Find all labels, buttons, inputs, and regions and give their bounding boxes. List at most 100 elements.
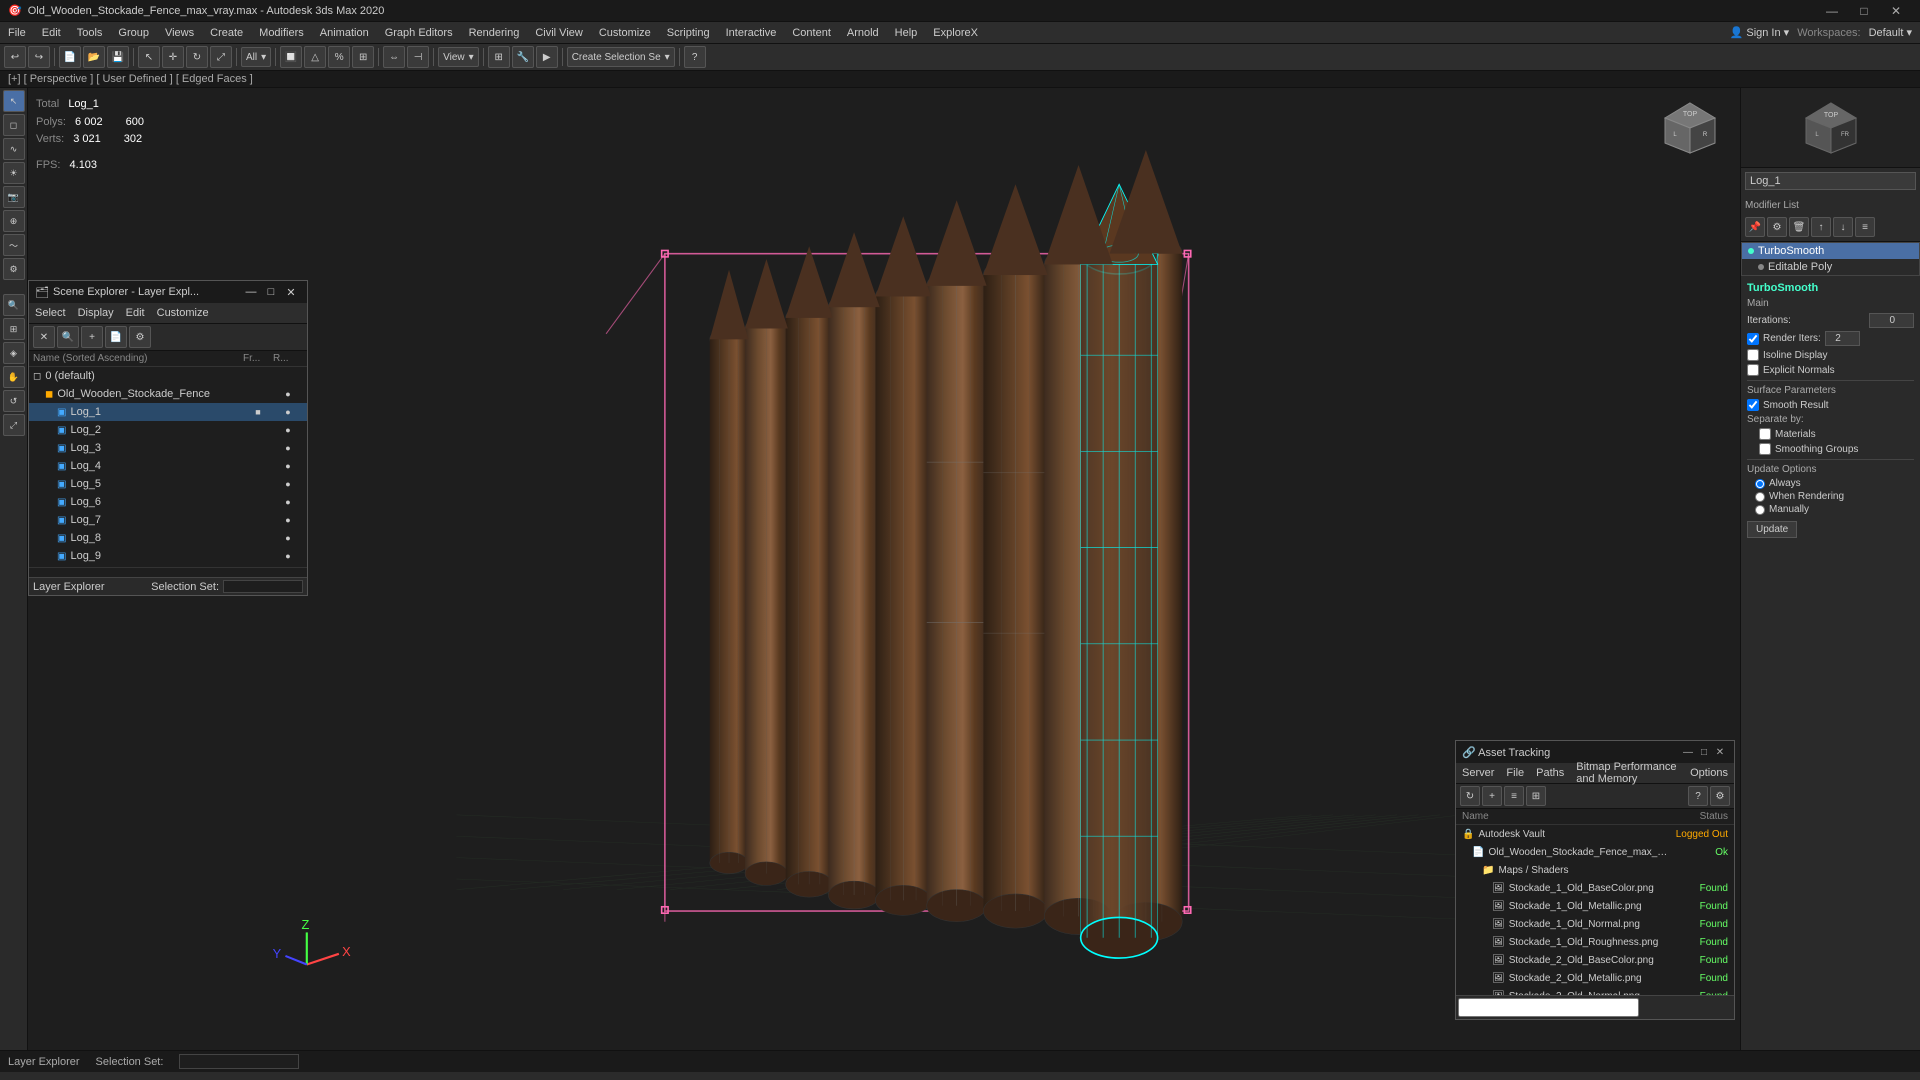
se-maximize-button[interactable]: □ xyxy=(261,281,281,303)
redo-button[interactable]: ↪ xyxy=(28,46,50,68)
turbosmooth-modifier-item[interactable]: TurboSmooth xyxy=(1742,243,1919,259)
selection-set-footer-input[interactable] xyxy=(223,580,303,593)
menu-item-animation[interactable]: Animation xyxy=(312,22,377,44)
at-row[interactable]: 🖼Stockade_1_Old_Normal.pngFound xyxy=(1456,915,1734,933)
at-close-button[interactable]: ✕ xyxy=(1712,744,1728,760)
at-row[interactable]: 🖼Stockade_2_Old_Metallic.pngFound xyxy=(1456,969,1734,987)
se-search-button[interactable]: 🔍 xyxy=(57,326,79,348)
open-button[interactable]: 📂 xyxy=(83,46,105,68)
at-help-button[interactable]: ? xyxy=(1688,786,1708,806)
zoom-all-button[interactable]: ⊞ xyxy=(3,318,25,340)
ts-smoothing-groups-checkbox[interactable] xyxy=(1759,443,1771,455)
zoom-button[interactable]: 🔍 xyxy=(3,294,25,316)
render-button[interactable]: ▶ xyxy=(536,46,558,68)
ts-materials-checkbox[interactable] xyxy=(1759,428,1771,440)
se-row-log_5[interactable]: ▣Log_5● xyxy=(29,475,307,493)
angle-snap-button[interactable]: △ xyxy=(304,46,326,68)
menu-item-tools[interactable]: Tools xyxy=(69,22,111,44)
at-list-view-button[interactable]: ≡ xyxy=(1504,786,1524,806)
se-row-log_1[interactable]: ▣Log_1■● xyxy=(29,403,307,421)
se-close-button[interactable]: ✕ xyxy=(281,281,301,303)
ts-when-rendering-radio[interactable] xyxy=(1755,492,1765,502)
ts-always-radio[interactable] xyxy=(1755,479,1765,489)
at-row[interactable]: 📁Maps / Shaders xyxy=(1456,861,1734,879)
scene-explorer-controls[interactable]: — □ ✕ xyxy=(241,281,301,303)
menu-item-create[interactable]: Create xyxy=(202,22,251,44)
percent-snap-button[interactable]: % xyxy=(328,46,350,68)
menu-item-views[interactable]: Views xyxy=(157,22,202,44)
at-row[interactable]: 🖼Stockade_1_Old_BaseColor.pngFound xyxy=(1456,879,1734,897)
asset-tracking-titlebar[interactable]: 🔗 Asset Tracking — □ ✕ xyxy=(1456,741,1734,763)
se-minimize-button[interactable]: — xyxy=(241,281,261,303)
se-settings-button[interactable]: ⚙ xyxy=(129,326,151,348)
create-lights-button[interactable]: ☀ xyxy=(3,162,25,184)
se-row-log_4[interactable]: ▣Log_4● xyxy=(29,457,307,475)
titlebar-controls[interactable]: — □ ✕ xyxy=(1816,0,1912,22)
minimize-button[interactable]: — xyxy=(1816,0,1848,22)
workspaces-dropdown[interactable]: Default ▾ xyxy=(1869,26,1912,39)
align-button[interactable]: ⊣ xyxy=(407,46,429,68)
create-systems-button[interactable]: ⚙ xyxy=(3,258,25,280)
modifier-settings-button[interactable]: ⚙ xyxy=(1767,217,1787,237)
maximize-button[interactable]: □ xyxy=(1848,0,1880,22)
sign-in-button[interactable]: 👤 Sign In ▾ xyxy=(1730,26,1790,39)
create-geometry-button[interactable]: ◻ xyxy=(3,114,25,136)
se-menu-display[interactable]: Display xyxy=(72,303,120,323)
ts-manually-radio[interactable] xyxy=(1755,505,1765,515)
at-add-button[interactable]: + xyxy=(1482,786,1502,806)
editable-poly-modifier-item[interactable]: Editable Poly xyxy=(1742,259,1919,275)
create-shapes-button[interactable]: ∿ xyxy=(3,138,25,160)
help-button[interactable]: ? xyxy=(684,46,706,68)
se-add-layer-button[interactable]: + xyxy=(81,326,103,348)
at-row[interactable]: 🔒Autodesk VaultLogged Out xyxy=(1456,825,1734,843)
se-row-0-(default)[interactable]: ◻0 (default) xyxy=(29,367,307,385)
at-refresh-button[interactable]: ↻ xyxy=(1460,786,1480,806)
se-filter-button[interactable]: ✕ xyxy=(33,326,55,348)
at-menu-paths[interactable]: Paths xyxy=(1530,763,1570,783)
undo-button[interactable]: ↩ xyxy=(4,46,26,68)
at-search-input[interactable] xyxy=(1458,998,1639,1017)
new-button[interactable]: 📄 xyxy=(59,46,81,68)
selection-set-input[interactable] xyxy=(179,1054,299,1069)
ts-isoline-checkbox[interactable] xyxy=(1747,349,1759,361)
se-row-log_2[interactable]: ▣Log_2● xyxy=(29,421,307,439)
create-cameras-button[interactable]: 📷 xyxy=(3,186,25,208)
se-menu-edit[interactable]: Edit xyxy=(120,303,151,323)
menu-item-graph-editors[interactable]: Graph Editors xyxy=(377,22,461,44)
rotate-button[interactable]: ↻ xyxy=(186,46,208,68)
right-panel-cube[interactable]: TOP FR L xyxy=(1741,88,1920,168)
modifier-move-down-button[interactable]: ↓ xyxy=(1833,217,1853,237)
menu-item-help[interactable]: Help xyxy=(887,22,926,44)
ts-iterations-input[interactable] xyxy=(1869,313,1914,328)
se-menu-customize[interactable]: Customize xyxy=(151,303,215,323)
menu-item-group[interactable]: Group xyxy=(110,22,157,44)
modifier-move-up-button[interactable]: ↑ xyxy=(1811,217,1831,237)
pan-button[interactable]: ✋ xyxy=(3,366,25,388)
menu-item-customize[interactable]: Customize xyxy=(591,22,659,44)
menu-item-edit[interactable]: Edit xyxy=(34,22,69,44)
at-menu-file[interactable]: File xyxy=(1500,763,1530,783)
close-button[interactable]: ✕ xyxy=(1880,0,1912,22)
at-menu-server[interactable]: Server xyxy=(1456,763,1500,783)
save-button[interactable]: 💾 xyxy=(107,46,129,68)
pin-modifier-button[interactable]: 📌 xyxy=(1745,217,1765,237)
at-row[interactable]: 🖼Stockade_2_Old_BaseColor.pngFound xyxy=(1456,951,1734,969)
spinner-snap-button[interactable]: ⊞ xyxy=(352,46,374,68)
at-row[interactable]: 🖼Stockade_1_Old_Roughness.pngFound xyxy=(1456,933,1734,951)
snap-toggle-button[interactable]: 🔲 xyxy=(280,46,302,68)
se-menu-select[interactable]: Select xyxy=(29,303,72,323)
se-row-log_8[interactable]: ▣Log_8● xyxy=(29,529,307,547)
menu-item-explorex[interactable]: ExploreX xyxy=(925,22,986,44)
move-button[interactable]: ✛ xyxy=(162,46,184,68)
select-button[interactable]: ↖ xyxy=(138,46,160,68)
ts-explicit-checkbox[interactable] xyxy=(1747,364,1759,376)
ts-render-iters-checkbox[interactable] xyxy=(1747,333,1759,345)
menu-item-scripting[interactable]: Scripting xyxy=(659,22,718,44)
field-of-view-button[interactable]: ◈ xyxy=(3,342,25,364)
at-row[interactable]: 📄Old_Wooden_Stockade_Fence_max_vray.maxO… xyxy=(1456,843,1734,861)
modifier-delete-button[interactable]: 🗑 xyxy=(1789,217,1809,237)
at-settings-button[interactable]: ⚙ xyxy=(1710,786,1730,806)
scene-explorer-titlebar[interactable]: 🗂 Scene Explorer - Layer Expl... — □ ✕ xyxy=(29,281,307,303)
modifier-name-input[interactable] xyxy=(1745,172,1916,190)
at-controls[interactable]: — □ ✕ xyxy=(1680,744,1728,760)
